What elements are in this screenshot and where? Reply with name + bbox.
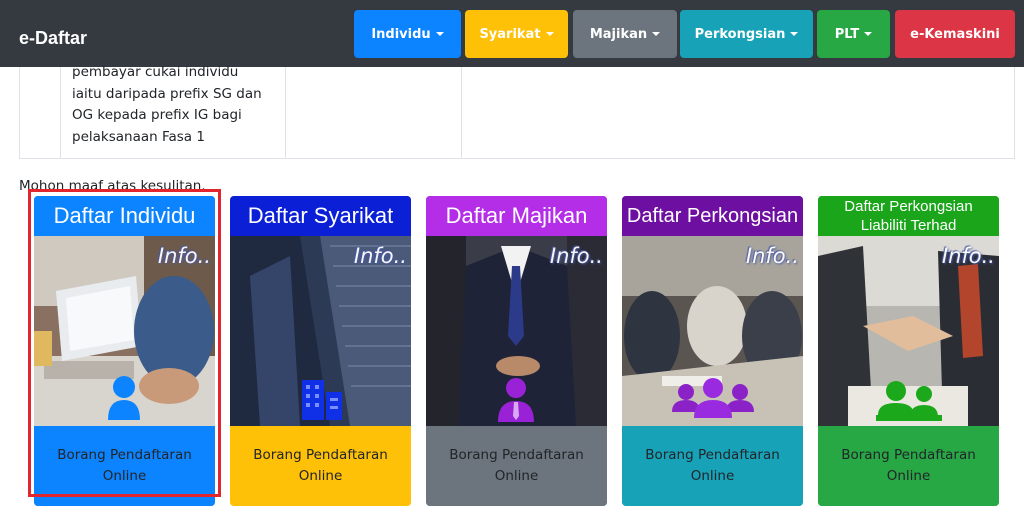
table-cell-empty: [286, 67, 462, 158]
brand-logo-text[interactable]: e-Daftar: [19, 28, 87, 49]
table-description-text: pembayar cukai individu iaitu daripada p…: [72, 64, 262, 145]
card-title: Daftar Majikan: [426, 196, 607, 236]
nav-plt-button[interactable]: PLT: [817, 10, 890, 58]
group-icon: [672, 378, 754, 418]
nav-perkongsian-button[interactable]: Perkongsian: [680, 10, 813, 58]
nav-individu-button[interactable]: Individu: [354, 10, 461, 58]
card-footer[interactable]: Borang Pendaftaran Online: [426, 426, 607, 506]
card-image: Info..: [230, 236, 411, 426]
businessman-icon: [498, 378, 534, 422]
card-daftar-majikan[interactable]: Daftar Majikan Info.. Borang Pendaftaran…: [426, 196, 607, 506]
nav-syarikat-label: Syarikat: [479, 26, 541, 42]
top-navbar: e-Daftar Individu Syarikat Majikan Perko…: [0, 0, 1024, 67]
card-footer[interactable]: Borang Pendaftaran Online: [230, 426, 411, 506]
nav-individu-label: Individu: [371, 26, 431, 42]
card-footer[interactable]: Borang Pendaftaran Online: [622, 426, 803, 506]
card-image: Info..: [426, 236, 607, 426]
card-image: Info..: [622, 236, 803, 426]
table-cell-number: [20, 67, 61, 158]
card-title: Daftar Perkongsian: [622, 196, 803, 236]
nav-ekemaskini-label: e-Kemaskini: [910, 26, 1000, 42]
announcement-table: pembayar cukai individu iaitu daripada p…: [19, 64, 1015, 159]
card-daftar-syarikat[interactable]: Daftar Syarikat Info.. Borang Pendaftara…: [230, 196, 411, 506]
card-daftar-plt[interactable]: Daftar Perkongsian Liabiliti Terhad Info…: [818, 196, 999, 506]
nav-majikan-button[interactable]: Majikan: [573, 10, 677, 58]
nav-perkongsian-label: Perkongsian: [694, 26, 786, 42]
card-footer[interactable]: Borang Pendaftaran Online: [818, 426, 999, 506]
card-title: Daftar Perkongsian Liabiliti Terhad: [818, 196, 999, 236]
info-link[interactable]: Info..: [746, 244, 799, 268]
chevron-down-icon: [545, 32, 554, 36]
info-link[interactable]: Info..: [550, 244, 603, 268]
nav-plt-label: PLT: [834, 26, 860, 42]
card-title: Daftar Syarikat: [230, 196, 411, 236]
chevron-down-icon: [864, 32, 873, 36]
info-link[interactable]: Info..: [354, 244, 407, 268]
nav-syarikat-button[interactable]: Syarikat: [465, 10, 568, 58]
selection-highlight-frame: [28, 189, 221, 497]
nav-ekemaskini-button[interactable]: e-Kemaskini: [895, 10, 1015, 58]
card-image: Info..: [818, 236, 999, 426]
card-daftar-perkongsian[interactable]: Daftar Perkongsian Info.. Borang Pendaft…: [622, 196, 803, 506]
info-link[interactable]: Info..: [942, 244, 995, 268]
chevron-down-icon: [652, 32, 661, 36]
chevron-down-icon: [435, 32, 444, 36]
handshake-group-icon: [876, 381, 942, 421]
chevron-down-icon: [790, 32, 799, 36]
building-icon: [302, 380, 342, 420]
nav-majikan-label: Majikan: [589, 26, 648, 42]
